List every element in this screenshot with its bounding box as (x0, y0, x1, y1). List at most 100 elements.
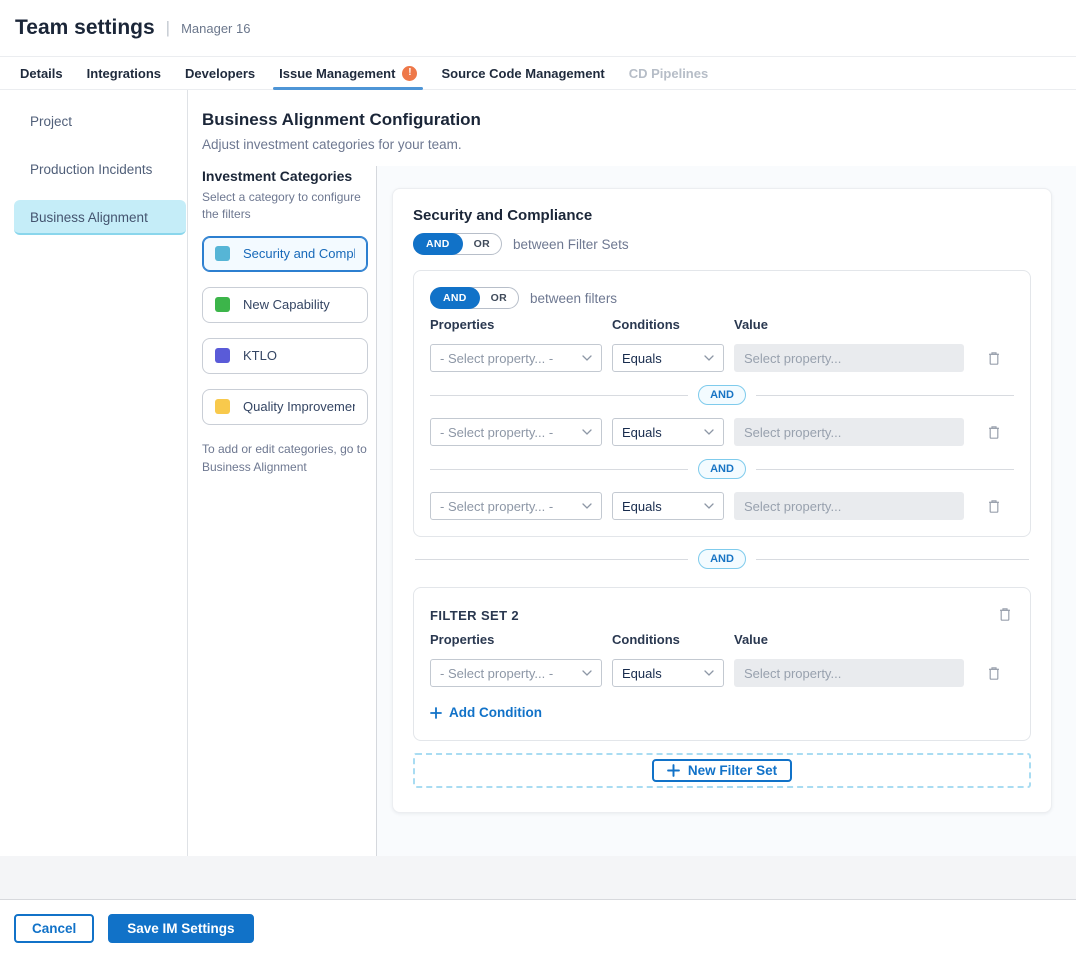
condition-select[interactable]: Equals (612, 492, 724, 520)
investment-categories-title: Investment Categories (202, 168, 368, 184)
category-color-swatch (215, 348, 230, 363)
chevron-down-icon (582, 355, 592, 361)
category-button-quality-improvements[interactable]: Quality Improvements (202, 389, 368, 425)
delete-condition-button[interactable] (985, 496, 1003, 516)
add-condition-button[interactable]: Add Condition (430, 705, 542, 720)
value-input[interactable] (734, 659, 964, 687)
filter-row: - Select property... - Equals (430, 659, 1014, 687)
between-filter-sets-label: between Filter Sets (513, 237, 629, 252)
category-color-swatch (215, 297, 230, 312)
category-button-ktlo[interactable]: KTLO (202, 338, 368, 374)
condition-select[interactable]: Equals (612, 659, 724, 687)
settings-sidebar: Project Production Incidents Business Al… (0, 90, 188, 856)
and-or-toggle[interactable]: AND OR (430, 287, 519, 309)
sidebar-item-project[interactable]: Project (14, 104, 186, 139)
property-select[interactable]: - Select property... - (430, 492, 602, 520)
and-or-toggle[interactable]: AND OR (413, 233, 502, 255)
chevron-down-icon (704, 503, 714, 509)
between-filters-label: between filters (530, 291, 617, 306)
delete-condition-button[interactable] (985, 348, 1003, 368)
trash-icon (987, 665, 1001, 681)
trash-icon (987, 498, 1001, 514)
filter-set-1-card: AND OR between filters Properties Condit… (413, 270, 1031, 537)
or-option[interactable]: OR (463, 238, 501, 250)
value-header: Value (734, 317, 964, 332)
tab-developers[interactable]: Developers (173, 57, 267, 89)
and-connector-between-sets: AND (415, 549, 1029, 569)
sidebar-item-business-alignment[interactable]: Business Alignment (14, 200, 186, 235)
filters-panel-background: Security and Compliance AND OR between F… (377, 166, 1076, 856)
new-filter-set-button[interactable]: New Filter Set (652, 759, 792, 782)
main-heading-block: Business Alignment Configuration Adjust … (188, 90, 1076, 166)
trash-icon (987, 424, 1001, 440)
sidebar-item-production-incidents[interactable]: Production Incidents (14, 152, 186, 187)
section-title: Business Alignment Configuration (202, 110, 1052, 130)
delete-condition-button[interactable] (985, 663, 1003, 683)
filter-set-2-card: FILTER SET 2 Properties Conditions Value (413, 587, 1031, 741)
property-select[interactable]: - Select property... - (430, 344, 602, 372)
chevron-down-icon (582, 670, 592, 676)
filter-row: - Select property... - Equals (430, 492, 1014, 520)
condition-select[interactable]: Equals (612, 344, 724, 372)
chevron-down-icon (582, 429, 592, 435)
delete-filter-set-button[interactable] (996, 604, 1014, 624)
tab-issue-management[interactable]: Issue Management ! (267, 57, 429, 89)
or-option[interactable]: OR (480, 292, 518, 304)
filter-sets-operator-row: AND OR between Filter Sets (413, 233, 1031, 255)
cancel-button[interactable]: Cancel (14, 914, 94, 943)
category-button-new-capability[interactable]: New Capability (202, 287, 368, 323)
content-area: Project Production Incidents Business Al… (0, 90, 1076, 856)
chevron-down-icon (704, 670, 714, 676)
filter-row: - Select property... - Equals (430, 344, 1014, 372)
conditions-header: Conditions (612, 632, 724, 647)
properties-header: Properties (430, 632, 602, 647)
and-option[interactable]: AND (430, 287, 480, 309)
warning-badge-icon: ! (402, 66, 417, 81)
property-select[interactable]: - Select property... - (430, 659, 602, 687)
tab-bar: Details Integrations Developers Issue Ma… (0, 57, 1076, 90)
category-button-security-and-compliance[interactable]: Security and Compli... (202, 236, 368, 272)
category-color-swatch (215, 246, 230, 261)
property-select[interactable]: - Select property... - (430, 418, 602, 446)
investment-categories-column: Investment Categories Select a category … (188, 166, 377, 856)
selected-category-title: Security and Compliance (413, 207, 1031, 224)
trash-icon (987, 350, 1001, 366)
page-header: Team settings | Manager 16 (0, 0, 1076, 57)
filter-set-2-title: FILTER SET 2 (430, 604, 519, 623)
plus-icon (430, 707, 442, 719)
filter-column-headers: Properties Conditions Value (430, 632, 1014, 647)
filter-column-headers: Properties Conditions Value (430, 317, 1014, 332)
tab-details[interactable]: Details (8, 57, 75, 89)
footer-spacer (0, 856, 1076, 900)
footer-action-bar: Cancel Save IM Settings (0, 900, 1076, 956)
tab-source-code-management[interactable]: Source Code Management (429, 57, 616, 89)
team-name-label: Manager 16 (181, 21, 250, 36)
value-input[interactable] (734, 344, 964, 372)
value-header: Value (734, 632, 964, 647)
filter-set-2-header: FILTER SET 2 (430, 604, 1014, 624)
tab-cd-pipelines: CD Pipelines (617, 57, 720, 89)
new-filter-set-dropzone: New Filter Set (413, 753, 1031, 788)
trash-icon (998, 606, 1012, 622)
investment-categories-hint: Select a category to configure the filte… (202, 189, 368, 223)
plus-icon (667, 764, 680, 777)
conditions-header: Conditions (612, 317, 724, 332)
filters-operator-row: AND OR between filters (430, 287, 1014, 309)
value-input[interactable] (734, 418, 964, 446)
and-connector: AND (430, 385, 1014, 405)
chevron-down-icon (704, 355, 714, 361)
categories-footnote: To add or edit categories, go to Busines… (202, 440, 368, 477)
main-region: Business Alignment Configuration Adjust … (188, 90, 1076, 856)
value-input[interactable] (734, 492, 964, 520)
save-im-settings-button[interactable]: Save IM Settings (108, 914, 253, 943)
and-connector: AND (430, 459, 1014, 479)
chevron-down-icon (704, 429, 714, 435)
condition-select[interactable]: Equals (612, 418, 724, 446)
category-color-swatch (215, 399, 230, 414)
section-subtitle: Adjust investment categories for your te… (202, 137, 1052, 152)
delete-condition-button[interactable] (985, 422, 1003, 442)
and-option[interactable]: AND (413, 233, 463, 255)
tab-integrations[interactable]: Integrations (75, 57, 173, 89)
page-title: Team settings (15, 16, 155, 40)
main-body: Investment Categories Select a category … (188, 166, 1076, 856)
